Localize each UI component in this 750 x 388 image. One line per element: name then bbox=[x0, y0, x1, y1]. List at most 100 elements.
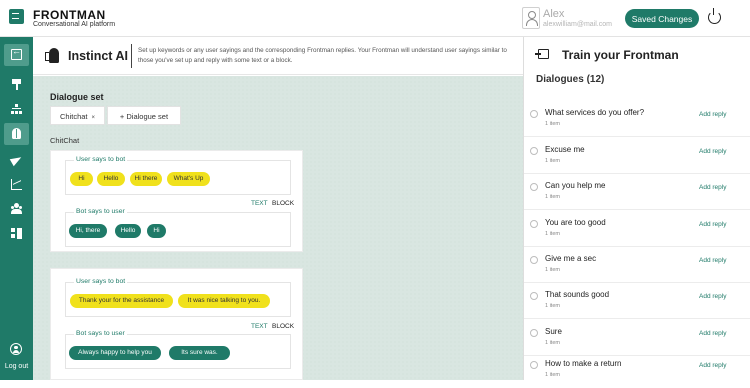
sidebar-item-collapse[interactable] bbox=[4, 44, 29, 66]
block-toggle[interactable]: BLOCK bbox=[272, 200, 294, 207]
users-icon bbox=[11, 203, 22, 214]
dialogue-item-count: 1 item bbox=[545, 194, 560, 200]
close-icon[interactable]: × bbox=[92, 115, 96, 121]
user-avatar-icon[interactable] bbox=[522, 7, 540, 29]
pin-icon bbox=[11, 79, 22, 90]
add-reply-link[interactable]: Add reply bbox=[699, 184, 726, 191]
dialogue-question: What services do you offer? bbox=[545, 108, 645, 117]
text-toggle[interactable]: TEXT bbox=[251, 200, 268, 207]
select-radio[interactable] bbox=[530, 147, 538, 155]
user-chip[interactable]: Hi there bbox=[130, 172, 162, 186]
user-email: alexwilliam@mail.com bbox=[543, 21, 612, 28]
sidebar-item-pin[interactable] bbox=[4, 74, 29, 96]
save-changes-button[interactable]: Saved Changes bbox=[625, 9, 699, 28]
sidebar-item-logout[interactable] bbox=[4, 339, 29, 361]
brand-name: FRONTMAN bbox=[33, 8, 106, 22]
select-radio[interactable] bbox=[530, 110, 538, 118]
add-reply-link[interactable]: Add reply bbox=[699, 111, 726, 118]
train-icon bbox=[535, 49, 549, 59]
dialogue-row[interactable]: Give me a sec 1 item Add reply bbox=[524, 247, 750, 283]
sidebar-item-users[interactable] bbox=[4, 198, 29, 220]
module-divider bbox=[131, 44, 132, 68]
bot-chip[interactable]: Hi bbox=[147, 224, 166, 238]
dialogue-card: User says to bot Hi Hello Hi there What'… bbox=[50, 150, 303, 252]
dialogue-item-count: 1 item bbox=[545, 158, 560, 164]
dialogue-row[interactable]: How to make a return 1 item Add reply bbox=[524, 352, 750, 388]
bot-says-label: Bot says to user bbox=[74, 208, 127, 215]
dialogue-item-count: 1 item bbox=[545, 267, 560, 273]
bot-says-label: Bot says to user bbox=[74, 330, 127, 337]
user-chip[interactable]: What's Up bbox=[167, 172, 210, 186]
add-reply-link[interactable]: Add reply bbox=[699, 293, 726, 300]
user-says-box[interactable]: User says to bot Thank your for the assi… bbox=[65, 278, 291, 317]
text-toggle[interactable]: TEXT bbox=[251, 323, 268, 330]
brain-icon bbox=[11, 128, 22, 139]
tab-chitchat[interactable]: Chitchat × bbox=[50, 106, 105, 125]
bot-says-box[interactable]: Bot says to user Always happy to help yo… bbox=[65, 330, 291, 369]
select-radio[interactable] bbox=[530, 361, 538, 369]
module-title: Instinct AI bbox=[68, 49, 128, 63]
dialogue-row[interactable]: Excuse me 1 item Add reply bbox=[524, 138, 750, 174]
add-reply-link[interactable]: Add reply bbox=[699, 148, 726, 155]
select-radio[interactable] bbox=[530, 220, 538, 228]
bot-chip[interactable]: Hello bbox=[115, 224, 141, 238]
dialogue-question: Give me a sec bbox=[545, 254, 597, 263]
select-radio[interactable] bbox=[530, 256, 538, 264]
sidebar-item-analytics[interactable] bbox=[4, 174, 29, 196]
bot-chip[interactable]: Always happy to help you bbox=[69, 346, 161, 360]
dialogue-row[interactable]: You are too good 1 item Add reply bbox=[524, 211, 750, 247]
dialogue-row[interactable]: What services do you offer? 1 item Add r… bbox=[524, 101, 750, 137]
dialogue-row[interactable]: Can you help me 1 item Add reply bbox=[524, 174, 750, 210]
user-says-label: User says to bot bbox=[74, 278, 128, 285]
user-chip[interactable]: Thank your for the assistance bbox=[70, 294, 173, 308]
bot-says-box[interactable]: Bot says to user Hi, there Hello Hi bbox=[65, 208, 291, 247]
dialogue-set-area: Dialogue set Chitchat × + Dialogue set Ch… bbox=[33, 76, 523, 380]
user-says-box[interactable]: User says to bot Hi Hello Hi there What'… bbox=[65, 156, 291, 195]
add-reply-link[interactable]: Add reply bbox=[699, 221, 726, 228]
dialogue-question: Sure bbox=[545, 327, 562, 336]
sidebar-item-instinct-ai[interactable] bbox=[4, 123, 29, 145]
logout-label[interactable]: Log out bbox=[0, 363, 33, 370]
user-chip[interactable]: Hello bbox=[97, 172, 125, 186]
module-header: Instinct AI Set up keywords or any user … bbox=[33, 37, 523, 75]
dialogue-row[interactable]: Sure 1 item Add reply bbox=[524, 320, 750, 356]
user-chip[interactable]: It was nice talking to you. bbox=[178, 294, 270, 308]
block-toggle[interactable]: BLOCK bbox=[272, 323, 294, 330]
dialogue-question: You are too good bbox=[545, 218, 606, 227]
dialogue-question: Excuse me bbox=[545, 145, 585, 154]
train-panel: Train your Frontman Dialogues (12) What … bbox=[523, 37, 750, 380]
collapse-icon bbox=[11, 46, 22, 60]
dialogue-card: User says to bot Thank your for the assi… bbox=[50, 268, 303, 380]
user-says-label: User says to bot bbox=[74, 156, 128, 163]
add-dialogue-set-button[interactable]: + Dialogue set bbox=[107, 106, 181, 125]
analytics-chart-icon bbox=[11, 179, 22, 190]
section-title: Dialogue set bbox=[50, 92, 104, 102]
top-header: FRONTMAN Conversational AI platform Alex… bbox=[0, 0, 750, 37]
train-panel-title: Train your Frontman bbox=[562, 48, 679, 62]
select-radio[interactable] bbox=[530, 292, 538, 300]
dialogue-row[interactable]: That sounds good 1 item Add reply bbox=[524, 283, 750, 319]
bot-chip[interactable]: Its sure was. bbox=[169, 346, 230, 360]
dialogue-question: That sounds good bbox=[545, 290, 610, 299]
power-icon[interactable] bbox=[708, 8, 721, 24]
sidebar-item-dashboard[interactable] bbox=[4, 223, 29, 245]
add-reply-link[interactable]: Add reply bbox=[699, 362, 726, 369]
dialogue-question: How to make a return bbox=[545, 359, 622, 368]
bot-chip[interactable]: Hi, there bbox=[69, 224, 107, 238]
dialogue-question: Can you help me bbox=[545, 181, 606, 190]
tab-label: Chitchat bbox=[59, 112, 88, 121]
select-radio[interactable] bbox=[530, 183, 538, 191]
sidebar-item-broadcast[interactable] bbox=[4, 149, 29, 171]
dialogue-item-count: 1 item bbox=[545, 340, 560, 346]
send-icon bbox=[11, 154, 22, 165]
dialogues-count: Dialogues (12) bbox=[536, 74, 605, 85]
sidebar-item-flow[interactable] bbox=[4, 99, 29, 121]
brand-tagline: Conversational AI platform bbox=[33, 21, 116, 28]
frontman-logo-icon bbox=[9, 9, 24, 24]
user-chip[interactable]: Hi bbox=[70, 172, 93, 186]
dialogue-item-count: 1 item bbox=[545, 303, 560, 309]
add-reply-link[interactable]: Add reply bbox=[699, 330, 726, 337]
select-radio[interactable] bbox=[530, 329, 538, 337]
dialogue-item-count: 1 item bbox=[545, 121, 560, 127]
add-reply-link[interactable]: Add reply bbox=[699, 257, 726, 264]
